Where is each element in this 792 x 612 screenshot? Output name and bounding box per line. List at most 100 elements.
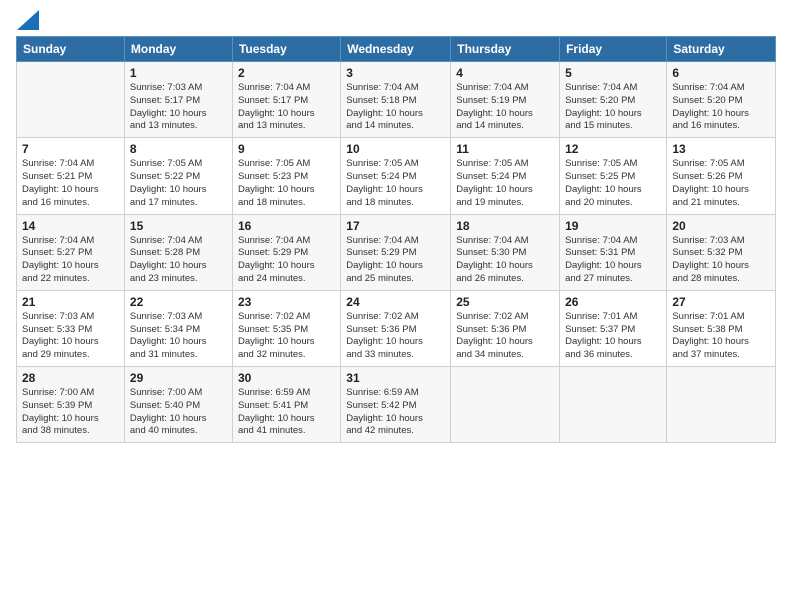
calendar-cell: 10 Sunrise: 7:05 AMSunset: 5:24 PMDayligh… [341,138,451,214]
day-number: 21 [22,295,119,309]
calendar-cell [560,367,667,443]
day-number: 16 [238,219,335,233]
day-number: 30 [238,371,335,385]
day-info: Sunrise: 7:04 AMSunset: 5:18 PMDaylight:… [346,82,445,133]
day-info: Sunrise: 7:02 AMSunset: 5:36 PMDaylight:… [346,311,445,362]
day-number: 20 [672,219,770,233]
calendar-week-3: 14Sunrise: 7:04 AMSunset: 5:27 PMDayligh… [17,214,776,290]
calendar-cell: 19 Sunrise: 7:04 AMSunset: 5:31 PMDayligh… [560,214,667,290]
day-info: Sunrise: 7:03 AMSunset: 5:33 PMDaylight:… [22,311,119,362]
day-number: 19 [565,219,661,233]
col-header-thursday: Thursday [451,37,560,62]
calendar-cell: 26 Sunrise: 7:01 AMSunset: 5:37 PMDayligh… [560,290,667,366]
calendar-week-2: 7 Sunrise: 7:04 AMSunset: 5:21 PMDaylight… [17,138,776,214]
calendar-cell: 30 Sunrise: 6:59 AMSunset: 5:41 PMDayligh… [232,367,340,443]
day-number: 25 [456,295,554,309]
day-number: 27 [672,295,770,309]
day-info: Sunrise: 7:02 AMSunset: 5:36 PMDaylight:… [456,311,554,362]
calendar-cell: 29 Sunrise: 7:00 AMSunset: 5:40 PMDayligh… [124,367,232,443]
day-info: Sunrise: 7:04 AMSunset: 5:29 PMDaylight:… [238,235,335,286]
day-info: Sunrise: 7:04 AMSunset: 5:30 PMDaylight:… [456,235,554,286]
day-number: 31 [346,371,445,385]
day-info: Sunrise: 7:04 AMSunset: 5:20 PMDaylight:… [565,82,661,133]
day-number: 17 [346,219,445,233]
calendar-cell [17,62,125,138]
page: SundayMondayTuesdayWednesdayThursdayFrid… [0,0,792,612]
logo [16,16,39,26]
calendar-cell: 23 Sunrise: 7:02 AMSunset: 5:35 PMDayligh… [232,290,340,366]
day-number: 13 [672,142,770,156]
calendar-cell: 17 Sunrise: 7:04 AMSunset: 5:29 PMDayligh… [341,214,451,290]
day-info: Sunrise: 7:04 AMSunset: 5:29 PMDaylight:… [346,235,445,286]
calendar-cell: 2 Sunrise: 7:04 AMSunset: 5:17 PMDaylight… [232,62,340,138]
day-info: Sunrise: 7:04 AMSunset: 5:28 PMDaylight:… [130,235,227,286]
calendar-cell: 27 Sunrise: 7:01 AMSunset: 5:38 PMDayligh… [667,290,776,366]
calendar-cell: 1 Sunrise: 7:03 AMSunset: 5:17 PMDaylight… [124,62,232,138]
day-number: 10 [346,142,445,156]
calendar-cell: 18 Sunrise: 7:04 AMSunset: 5:30 PMDayligh… [451,214,560,290]
calendar-header-row: SundayMondayTuesdayWednesdayThursdayFrid… [17,37,776,62]
day-number: 5 [565,66,661,80]
day-info: Sunrise: 7:05 AMSunset: 5:25 PMDaylight:… [565,158,661,209]
day-info: Sunrise: 7:02 AMSunset: 5:35 PMDaylight:… [238,311,335,362]
day-number: 28 [22,371,119,385]
calendar-cell: 13Sunrise: 7:05 AMSunset: 5:26 PMDayligh… [667,138,776,214]
day-info: Sunrise: 7:05 AMSunset: 5:23 PMDaylight:… [238,158,335,209]
calendar-table: SundayMondayTuesdayWednesdayThursdayFrid… [16,36,776,443]
day-info: Sunrise: 7:04 AMSunset: 5:27 PMDaylight:… [22,235,119,286]
calendar-cell [451,367,560,443]
calendar-cell: 14Sunrise: 7:04 AMSunset: 5:27 PMDayligh… [17,214,125,290]
col-header-wednesday: Wednesday [341,37,451,62]
day-info: Sunrise: 7:03 AMSunset: 5:34 PMDaylight:… [130,311,227,362]
day-number: 7 [22,142,119,156]
day-info: Sunrise: 7:05 AMSunset: 5:24 PMDaylight:… [346,158,445,209]
day-number: 9 [238,142,335,156]
calendar-cell: 4Sunrise: 7:04 AMSunset: 5:19 PMDaylight… [451,62,560,138]
calendar-week-5: 28Sunrise: 7:00 AMSunset: 5:39 PMDayligh… [17,367,776,443]
day-number: 6 [672,66,770,80]
day-number: 18 [456,219,554,233]
day-info: Sunrise: 6:59 AMSunset: 5:42 PMDaylight:… [346,387,445,438]
calendar-cell: 22Sunrise: 7:03 AMSunset: 5:34 PMDayligh… [124,290,232,366]
day-info: Sunrise: 7:05 AMSunset: 5:22 PMDaylight:… [130,158,227,209]
calendar-cell: 11Sunrise: 7:05 AMSunset: 5:24 PMDayligh… [451,138,560,214]
day-info: Sunrise: 7:01 AMSunset: 5:37 PMDaylight:… [565,311,661,362]
day-info: Sunrise: 7:03 AMSunset: 5:17 PMDaylight:… [130,82,227,133]
day-info: Sunrise: 7:04 AMSunset: 5:31 PMDaylight:… [565,235,661,286]
calendar-cell: 28Sunrise: 7:00 AMSunset: 5:39 PMDayligh… [17,367,125,443]
day-number: 4 [456,66,554,80]
col-header-tuesday: Tuesday [232,37,340,62]
day-info: Sunrise: 7:03 AMSunset: 5:32 PMDaylight:… [672,235,770,286]
calendar-cell: 15 Sunrise: 7:04 AMSunset: 5:28 PMDayligh… [124,214,232,290]
col-header-saturday: Saturday [667,37,776,62]
calendar-cell: 6 Sunrise: 7:04 AMSunset: 5:20 PMDaylight… [667,62,776,138]
day-number: 1 [130,66,227,80]
calendar-cell: 3 Sunrise: 7:04 AMSunset: 5:18 PMDaylight… [341,62,451,138]
day-number: 26 [565,295,661,309]
calendar-cell: 25 Sunrise: 7:02 AMSunset: 5:36 PMDayligh… [451,290,560,366]
day-number: 29 [130,371,227,385]
header [16,16,776,26]
col-header-monday: Monday [124,37,232,62]
calendar-cell: 16 Sunrise: 7:04 AMSunset: 5:29 PMDayligh… [232,214,340,290]
calendar-cell [667,367,776,443]
day-info: Sunrise: 6:59 AMSunset: 5:41 PMDaylight:… [238,387,335,438]
day-info: Sunrise: 7:01 AMSunset: 5:38 PMDaylight:… [672,311,770,362]
day-number: 3 [346,66,445,80]
calendar-cell: 24 Sunrise: 7:02 AMSunset: 5:36 PMDayligh… [341,290,451,366]
day-info: Sunrise: 7:04 AMSunset: 5:20 PMDaylight:… [672,82,770,133]
day-info: Sunrise: 7:04 AMSunset: 5:17 PMDaylight:… [238,82,335,133]
calendar-cell: 31 Sunrise: 6:59 AMSunset: 5:42 PMDayligh… [341,367,451,443]
day-info: Sunrise: 7:04 AMSunset: 5:21 PMDaylight:… [22,158,119,209]
day-number: 8 [130,142,227,156]
day-info: Sunrise: 7:00 AMSunset: 5:40 PMDaylight:… [130,387,227,438]
day-number: 2 [238,66,335,80]
day-number: 12 [565,142,661,156]
calendar-cell: 12 Sunrise: 7:05 AMSunset: 5:25 PMDayligh… [560,138,667,214]
logo-icon [17,10,39,30]
calendar-cell: 7 Sunrise: 7:04 AMSunset: 5:21 PMDaylight… [17,138,125,214]
col-header-friday: Friday [560,37,667,62]
day-number: 15 [130,219,227,233]
day-number: 23 [238,295,335,309]
day-number: 24 [346,295,445,309]
